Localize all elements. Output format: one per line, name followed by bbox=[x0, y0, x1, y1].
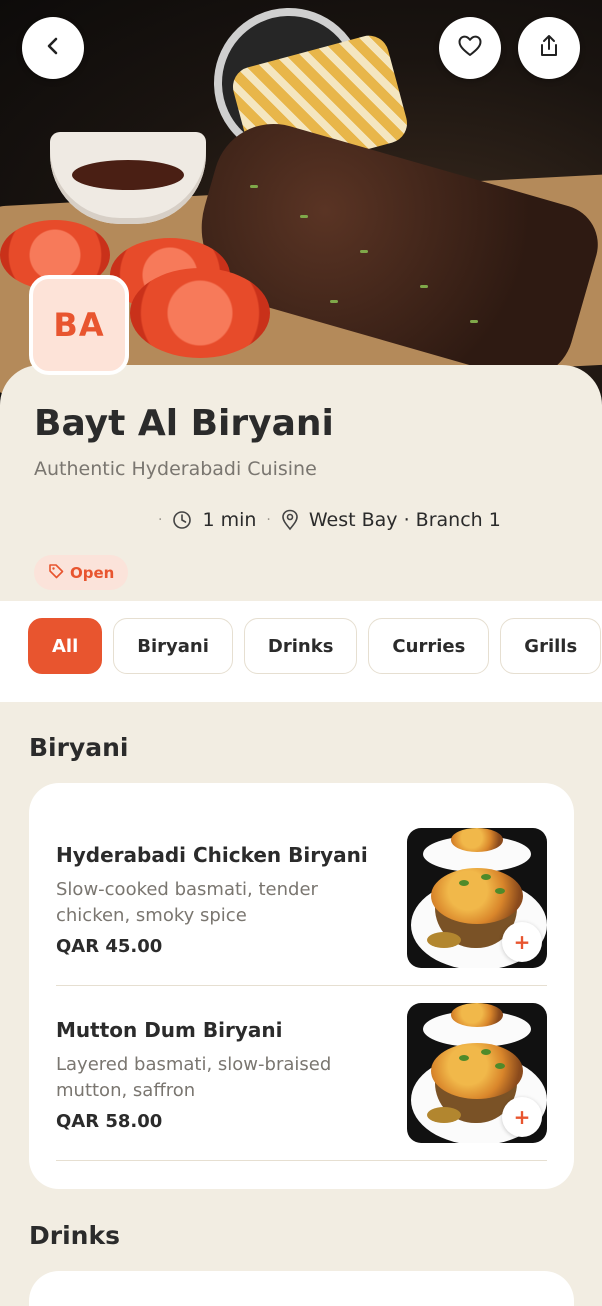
branch-location: West Bay · Branch 1 bbox=[308, 509, 501, 531]
status-label: Open bbox=[70, 563, 115, 582]
item-price: QAR 45.00 bbox=[56, 936, 163, 957]
section-title-drinks: Drinks bbox=[29, 1221, 120, 1250]
item-description: Slow-cooked basmati, tender chicken, smo… bbox=[56, 879, 318, 926]
menu-card-biryani: Hyderabadi Chicken Biryani Slow-cooked b… bbox=[29, 783, 574, 1189]
herb-garnish bbox=[470, 320, 478, 323]
tag-icon bbox=[48, 563, 64, 583]
menu-item[interactable]: Mutton Dum Biryani Layered basmati, slow… bbox=[56, 986, 547, 1161]
delivery-time: 1 min bbox=[202, 509, 257, 531]
herb-garnish bbox=[300, 215, 308, 218]
meta-separator: · bbox=[158, 512, 163, 528]
restaurant-logo: BA bbox=[29, 275, 129, 375]
menu-item[interactable]: Hyderabadi Chicken Biryani Slow-cooked b… bbox=[56, 811, 547, 986]
logo-text: BA bbox=[53, 306, 105, 344]
herb-garnish bbox=[360, 250, 368, 253]
heart-icon bbox=[458, 35, 482, 61]
herb-garnish bbox=[420, 285, 428, 288]
category-chip-curries[interactable]: Curries bbox=[368, 618, 490, 674]
herb-garnish bbox=[330, 300, 338, 303]
meta-separator: · bbox=[266, 512, 271, 528]
back-button[interactable] bbox=[22, 17, 84, 79]
restaurant-meta: · 1 min · West Bay · Branch 1 bbox=[158, 509, 501, 531]
restaurant-info: Bayt Al Biryani Authentic Hyderabadi Cui… bbox=[0, 365, 602, 605]
category-bar: All Biryani Drinks Curries Grills bbox=[0, 601, 602, 702]
restaurant-name: Bayt Al Biryani bbox=[34, 403, 334, 444]
category-chip-biryani[interactable]: Biryani bbox=[113, 618, 233, 674]
item-image: + bbox=[407, 828, 547, 968]
herb-garnish bbox=[250, 185, 258, 188]
status-badge: Open bbox=[34, 555, 129, 590]
location-pin-icon bbox=[281, 509, 299, 531]
clock-icon bbox=[172, 510, 192, 530]
menu-card-drinks bbox=[29, 1271, 574, 1306]
category-chip-drinks[interactable]: Drinks bbox=[243, 618, 358, 674]
restaurant-tagline: Authentic Hyderabadi Cuisine bbox=[34, 458, 317, 480]
plus-icon: + bbox=[513, 1105, 531, 1129]
category-chip-grills[interactable]: Grills bbox=[500, 618, 602, 674]
share-icon bbox=[538, 34, 560, 62]
favorite-button[interactable] bbox=[439, 17, 501, 79]
section-title-biryani: Biryani bbox=[29, 733, 129, 762]
chevron-left-icon bbox=[43, 36, 63, 60]
item-name: Hyderabadi Chicken Biryani bbox=[56, 843, 368, 867]
item-image: + bbox=[407, 1003, 547, 1143]
add-item-button[interactable]: + bbox=[502, 1097, 542, 1137]
item-name: Mutton Dum Biryani bbox=[56, 1018, 283, 1042]
item-description: Layered basmati, slow-braised mutton, sa… bbox=[56, 1054, 332, 1101]
item-price: QAR 58.00 bbox=[56, 1111, 163, 1132]
tomato-slice bbox=[130, 268, 270, 358]
sauce bbox=[72, 160, 184, 190]
add-item-button[interactable]: + bbox=[502, 922, 542, 962]
plus-icon: + bbox=[513, 930, 531, 954]
category-chip-all[interactable]: All bbox=[28, 618, 103, 674]
share-button[interactable] bbox=[518, 17, 580, 79]
